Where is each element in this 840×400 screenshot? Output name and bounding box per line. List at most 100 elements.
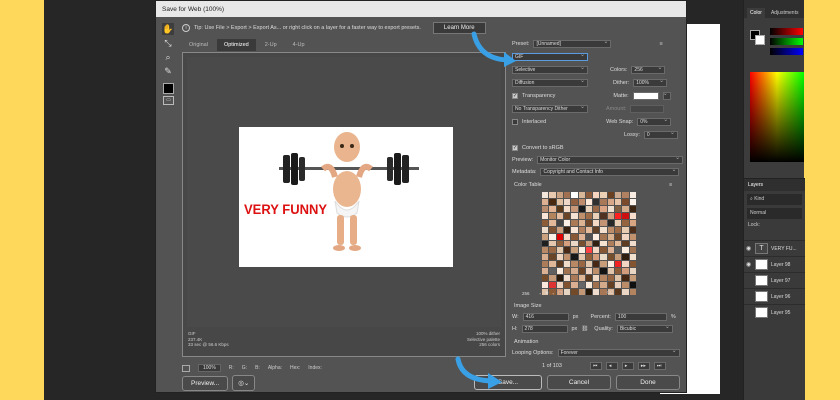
color-table-swatch[interactable] [585,205,593,212]
color-table-swatch[interactable] [607,261,615,268]
prev-frame-icon[interactable]: ◂ [605,362,618,370]
width-field[interactable]: 416 [522,313,569,321]
color-table-swatch[interactable] [622,282,629,289]
color-table-swatch[interactable] [607,275,615,282]
color-table-swatch[interactable] [593,247,600,254]
blue-slider[interactable] [770,48,803,55]
color-table-swatch[interactable] [563,268,571,275]
color-table-swatch[interactable] [578,212,585,219]
lossy-field[interactable]: 0 [643,130,678,139]
color-table-swatch[interactable] [622,261,629,268]
color-table-swatch[interactable] [615,212,622,219]
color-table-swatch[interactable] [556,205,563,212]
color-table-swatch[interactable] [571,261,578,268]
color-table-swatch[interactable] [578,282,585,289]
color-table-swatch[interactable] [578,233,585,240]
menu-icon[interactable]: ≡ [659,41,662,47]
percent-field[interactable]: 100 [614,313,667,321]
zoom-level-select[interactable]: 100% [198,364,221,372]
layer-row[interactable]: Layer 97 [744,272,805,288]
color-table-swatch[interactable] [615,282,622,289]
color-table-swatch[interactable] [600,192,607,198]
color-table-swatch[interactable] [585,212,593,219]
color-table-swatch[interactable] [593,275,600,282]
color-table-swatch[interactable] [542,268,549,275]
color-table-swatch[interactable] [629,275,636,282]
color-table-swatch[interactable] [600,282,607,289]
color-table-swatch[interactable] [615,275,622,282]
color-table-swatch[interactable] [600,212,607,219]
color-table-swatch[interactable] [615,254,622,261]
visibility-eye-icon[interactable]: ◉ [746,245,752,252]
matte-swatch[interactable] [632,92,659,100]
color-table-swatch[interactable] [629,247,636,254]
color-table-swatch[interactable] [629,192,636,198]
blend-mode-select[interactable]: Normal [747,208,802,219]
color-table-swatch[interactable] [556,247,563,254]
color-table-swatch[interactable] [571,212,578,219]
color-table-swatch[interactable] [549,282,556,289]
color-table-swatch[interactable] [578,240,585,247]
color-table-swatch[interactable] [593,198,600,205]
metadata-select[interactable]: Copyright and Contact Info [540,167,680,176]
color-table-swatch[interactable] [622,240,629,247]
convert-srgb-checkbox[interactable]: ✓ [512,145,518,151]
color-table-swatch[interactable] [585,233,593,240]
color-table-swatch[interactable] [585,219,593,226]
color-table-swatch[interactable] [600,261,607,268]
background-color-swatch[interactable] [755,35,765,45]
color-table-swatch[interactable] [600,254,607,261]
color-table-swatch[interactable] [571,219,578,226]
color-table-swatch[interactable] [593,233,600,240]
color-table-swatch[interactable] [571,282,578,289]
color-table-swatch[interactable] [542,254,549,261]
color-table-swatch[interactable] [563,226,571,233]
color-table-swatch[interactable] [622,254,629,261]
color-table-swatch[interactable] [585,254,593,261]
tab-adjustments[interactable]: Adjustments [768,8,802,18]
color-table-swatch[interactable] [629,233,636,240]
color-table-swatch[interactable] [549,192,556,198]
color-table-swatch[interactable] [622,247,629,254]
color-table-swatch[interactable] [593,192,600,198]
color-table-swatch[interactable] [593,219,600,226]
color-table-swatch[interactable] [563,205,571,212]
color-table-swatch[interactable] [585,226,593,233]
color-table-swatch[interactable] [593,205,600,212]
color-table-swatch[interactable] [542,219,549,226]
cancel-button[interactable]: Cancel [547,375,611,390]
dither-algorithm-select[interactable]: Diffusion [512,78,588,87]
color-table-swatch[interactable] [600,268,607,275]
zoom-tool-icon[interactable]: ⌕ [162,51,174,63]
color-table-swatch[interactable] [607,240,615,247]
next-frame-icon[interactable]: ▸▸ [637,362,650,370]
color-table-swatch[interactable] [615,261,622,268]
looping-select[interactable]: Forever [557,348,680,357]
color-table-swatch[interactable] [593,212,600,219]
color-table-swatch[interactable] [600,219,607,226]
format-select[interactable]: GIF [512,52,588,61]
height-field[interactable]: 278 [521,325,568,333]
color-table-swatch[interactable] [556,275,563,282]
color-table-swatch[interactable] [585,275,593,282]
color-table-swatch[interactable] [615,205,622,212]
color-table-swatch[interactable] [571,192,578,198]
color-table-swatch[interactable] [563,198,571,205]
color-table-swatch[interactable] [563,275,571,282]
color-table-swatch[interactable] [556,268,563,275]
color-table-swatch[interactable] [542,275,549,282]
reduction-select[interactable]: Selective [512,65,588,74]
color-table-swatch[interactable] [607,226,615,233]
color-table-swatch[interactable] [615,240,622,247]
color-table-swatch[interactable] [607,192,615,198]
color-table-swatch[interactable] [593,226,600,233]
color-table-swatch[interactable] [629,198,636,205]
color-table-swatch[interactable] [629,212,636,219]
color-table-swatch[interactable] [629,226,636,233]
color-table-swatch[interactable] [607,198,615,205]
color-table-swatch[interactable] [622,212,629,219]
lock-color-icon[interactable]: ▫ [553,291,555,296]
color-table-swatch[interactable] [556,198,563,205]
color-table-swatch[interactable] [600,275,607,282]
color-table-swatch[interactable] [607,233,615,240]
